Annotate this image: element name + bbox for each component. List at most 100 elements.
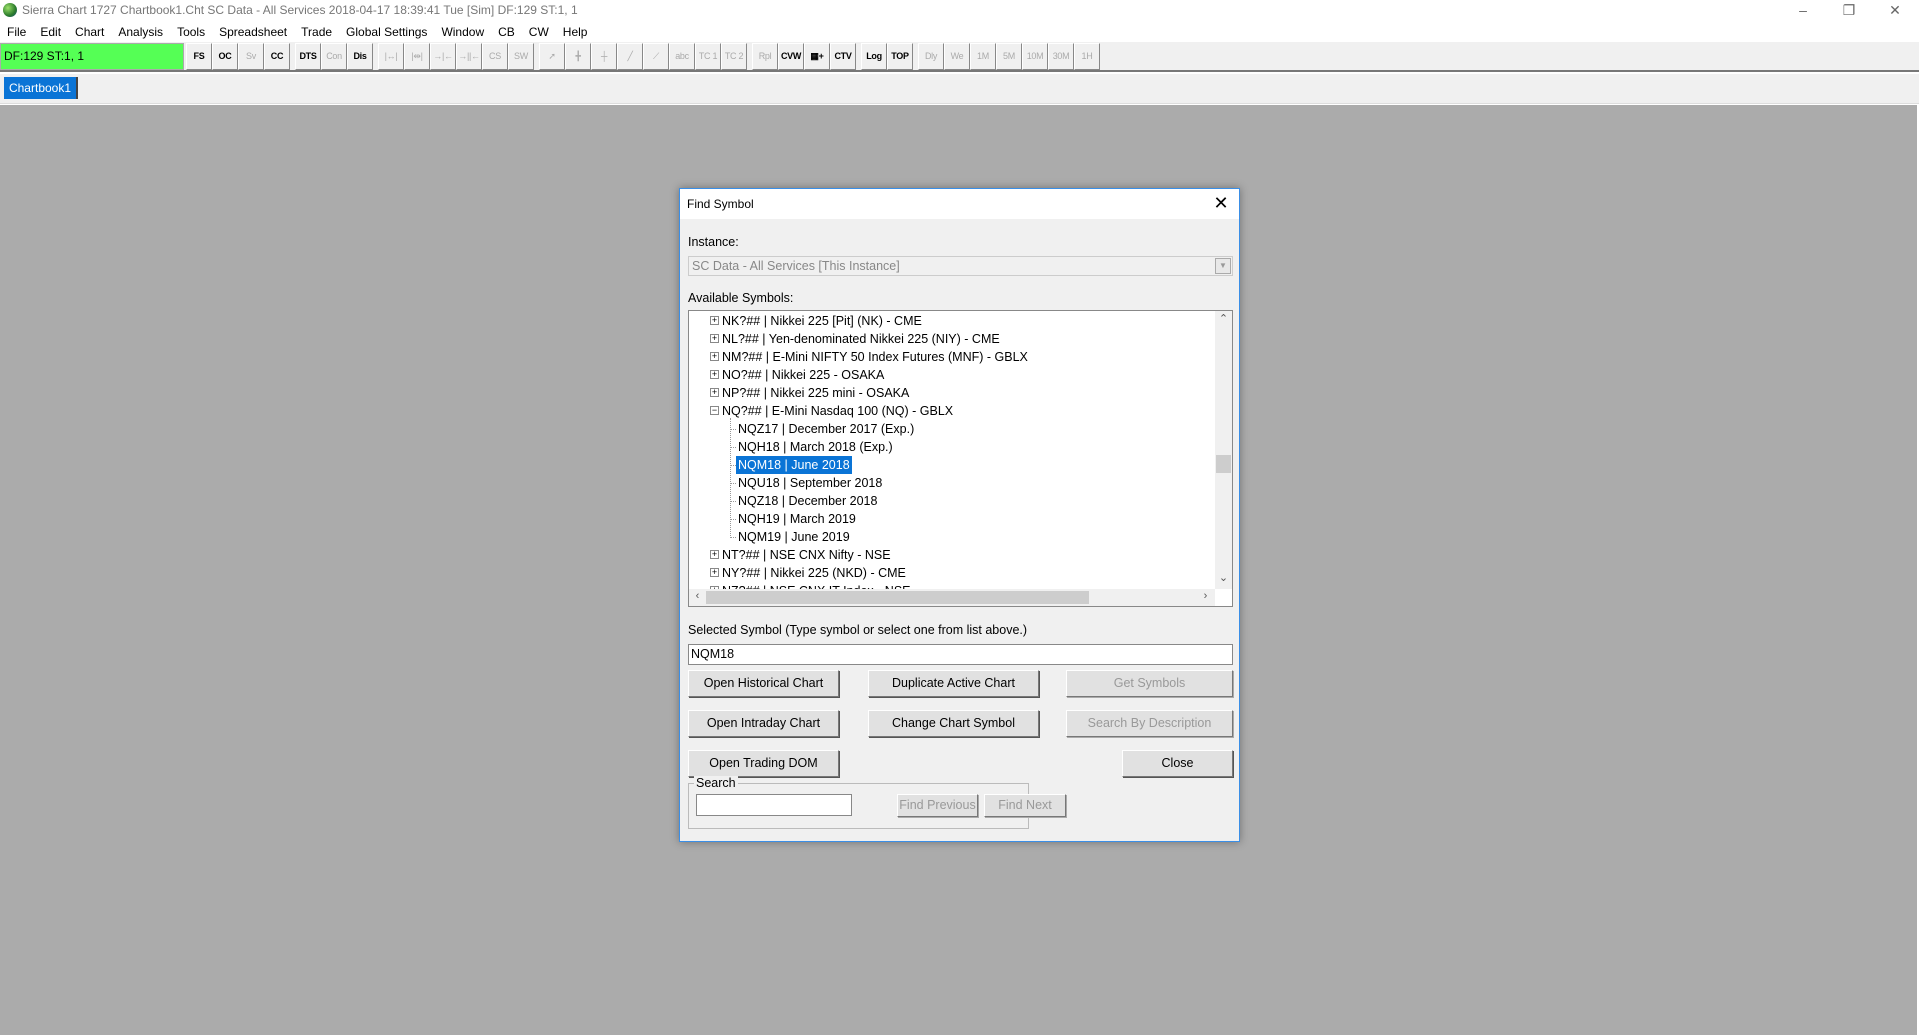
toolbar-button-7[interactable]: |↔| <box>378 43 404 70</box>
toolbar-button-8[interactable]: |⇹| <box>404 43 430 70</box>
menu-help[interactable]: Help <box>556 23 595 41</box>
expand-icon[interactable]: + <box>710 316 719 325</box>
tree-item[interactable]: + NK?## | Nikkei 225 [Pit] (NK) - CME <box>689 312 1215 330</box>
vertical-scroll-thumb[interactable] <box>1216 455 1231 473</box>
scroll-left-icon[interactable]: ‹ <box>689 590 706 602</box>
instance-select[interactable]: SC Data - All Services [This Instance] ▼ <box>688 256 1233 276</box>
find-symbol-dialog: Find Symbol ✕ Instance: SC Data - All Se… <box>679 188 1240 842</box>
tree-item[interactable]: NQU18 | September 2018 <box>689 474 1215 492</box>
tree-item-label: NQZ18 | December 2018 <box>738 494 878 508</box>
app-globe-icon <box>3 3 17 17</box>
scroll-up-icon[interactable]: ⌃ <box>1215 312 1232 325</box>
menu-chart[interactable]: Chart <box>68 23 111 41</box>
toolbar-button-2[interactable]: Sv <box>238 43 264 70</box>
toolbar-button-17[interactable]: ⟋ <box>643 43 669 70</box>
collapse-icon[interactable]: − <box>710 406 719 415</box>
expand-icon[interactable]: + <box>710 568 719 577</box>
toolbar-button-0[interactable]: FS <box>186 43 212 70</box>
toolbar-button-20[interactable]: TC 2 <box>721 43 747 70</box>
toolbar-button-11[interactable]: CS <box>482 43 508 70</box>
restore-button[interactable]: ❐ <box>1826 0 1872 22</box>
horizontal-scrollbar[interactable]: ‹ › <box>689 589 1215 606</box>
menu-cb[interactable]: CB <box>491 23 522 41</box>
search-input[interactable] <box>696 794 852 816</box>
tree-item[interactable]: + NO?## | Nikkei 225 - OSAKA <box>689 366 1215 384</box>
close-window-button[interactable]: ✕ <box>1872 0 1918 22</box>
tree-item[interactable]: + NM?## | E-Mini NIFTY 50 Index Futures (… <box>689 348 1215 366</box>
tree-item[interactable]: NQH18 | March 2018 (Exp.) <box>689 438 1215 456</box>
tree-item[interactable]: + NP?## | Nikkei 225 mini - OSAKA <box>689 384 1215 402</box>
toolbar-button-18[interactable]: abc <box>669 43 695 70</box>
selected-symbol-input[interactable]: NQM18 <box>688 644 1233 665</box>
toolbar-button-16[interactable]: ╱ <box>617 43 643 70</box>
menu-analysis[interactable]: Analysis <box>111 23 170 41</box>
expand-icon[interactable]: + <box>710 370 719 379</box>
toolbar-button-1[interactable]: OC <box>212 43 238 70</box>
toolbar-button-27[interactable]: Dly <box>918 43 944 70</box>
menu-trade[interactable]: Trade <box>294 23 339 41</box>
tree-item[interactable]: NQZ18 | December 2018 <box>689 492 1215 510</box>
expand-icon[interactable]: + <box>710 388 719 397</box>
open-historical-chart-button[interactable]: Open Historical Chart <box>688 670 839 697</box>
toolbar-button-26[interactable]: TOP <box>887 43 913 70</box>
menu-window[interactable]: Window <box>434 23 491 41</box>
toolbar-button-24[interactable]: CTV <box>830 43 856 70</box>
dialog-close-icon[interactable]: ✕ <box>1207 191 1235 217</box>
open-trading-dom-button[interactable]: Open Trading DOM <box>688 750 839 777</box>
tree-item[interactable]: − NQ?## | E-Mini Nasdaq 100 (NQ) - GBLX <box>689 402 1215 420</box>
tree-item[interactable]: + NL?## | Yen-denominated Nikkei 225 (NIY… <box>689 330 1215 348</box>
expand-icon[interactable]: + <box>710 550 719 559</box>
tree-item[interactable]: NQM19 | June 2019 <box>689 528 1215 546</box>
tab-chartbook1[interactable]: Chartbook1 <box>4 77 78 99</box>
toolbar-button-19[interactable]: TC 1 <box>695 43 721 70</box>
scroll-down-icon[interactable]: ⌄ <box>1215 571 1232 584</box>
toolbar-button-30[interactable]: 5M <box>996 43 1022 70</box>
menu-cw[interactable]: CW <box>522 23 556 41</box>
toolbar-button-6[interactable]: Dis <box>347 43 373 70</box>
toolbar-button-14[interactable]: ╋ <box>565 43 591 70</box>
toolbar-button-22[interactable]: CVW <box>778 43 804 70</box>
find-next-button[interactable]: Find Next <box>984 794 1066 817</box>
toolbar-button-21[interactable]: Rpl <box>752 43 778 70</box>
toolbar-button-12[interactable]: SW <box>508 43 534 70</box>
menu-global-settings[interactable]: Global Settings <box>339 23 434 41</box>
menu-tools[interactable]: Tools <box>170 23 212 41</box>
tree-item[interactable]: NQM18 | June 2018 <box>689 456 1215 474</box>
toolbar-button-9[interactable]: →|← <box>430 43 456 70</box>
toolbar-button-32[interactable]: 30M <box>1048 43 1074 70</box>
vertical-scrollbar[interactable]: ⌃ ⌄ <box>1215 311 1232 589</box>
get-symbols-button[interactable]: Get Symbols <box>1066 670 1233 697</box>
tree-item[interactable]: + NT?## | NSE CNX Nifty - NSE <box>689 546 1215 564</box>
toolbar-button-10[interactable]: →||← <box>456 43 482 70</box>
toolbar-button-3[interactable]: CC <box>264 43 290 70</box>
tree-item[interactable]: NQZ17 | December 2017 (Exp.) <box>689 420 1215 438</box>
expand-icon[interactable]: + <box>710 352 719 361</box>
toolbar-button-29[interactable]: 1M <box>970 43 996 70</box>
toolbar-button-28[interactable]: We <box>944 43 970 70</box>
minimize-button[interactable]: – <box>1780 0 1826 22</box>
tree-item[interactable]: NQH19 | March 2019 <box>689 510 1215 528</box>
toolbar-button-13[interactable]: ➚ <box>539 43 565 70</box>
expand-icon[interactable]: + <box>710 334 719 343</box>
menu-spreadsheet[interactable]: Spreadsheet <box>212 23 294 41</box>
change-chart-symbol-button[interactable]: Change Chart Symbol <box>868 710 1039 737</box>
open-intraday-chart-button[interactable]: Open Intraday Chart <box>688 710 839 737</box>
toolbar-button-31[interactable]: 10M <box>1022 43 1048 70</box>
close-button[interactable]: Close <box>1122 750 1233 777</box>
symbol-tree[interactable]: + NK?## | Nikkei 225 [Pit] (NK) - CME + NL?… <box>688 310 1233 607</box>
search-by-description-button[interactable]: Search By Description <box>1066 710 1233 737</box>
toolbar-button-5[interactable]: Con <box>321 43 347 70</box>
menu-file[interactable]: File <box>0 23 33 41</box>
toolbar-button-33[interactable]: 1H <box>1074 43 1100 70</box>
scroll-right-icon[interactable]: › <box>1197 590 1214 602</box>
chevron-down-icon[interactable]: ▼ <box>1215 258 1231 274</box>
horizontal-scroll-thumb[interactable] <box>706 591 1089 604</box>
toolbar-button-23[interactable]: ▦+ <box>804 43 830 70</box>
menu-edit[interactable]: Edit <box>33 23 68 41</box>
toolbar-button-25[interactable]: Log <box>861 43 887 70</box>
toolbar-button-15[interactable]: ┼ <box>591 43 617 70</box>
toolbar-button-4[interactable]: DTS <box>295 43 321 70</box>
find-previous-button[interactable]: Find Previous <box>897 794 978 817</box>
duplicate-active-chart-button[interactable]: Duplicate Active Chart <box>868 670 1039 697</box>
tree-item[interactable]: + NY?## | Nikkei 225 (NKD) - CME <box>689 564 1215 582</box>
